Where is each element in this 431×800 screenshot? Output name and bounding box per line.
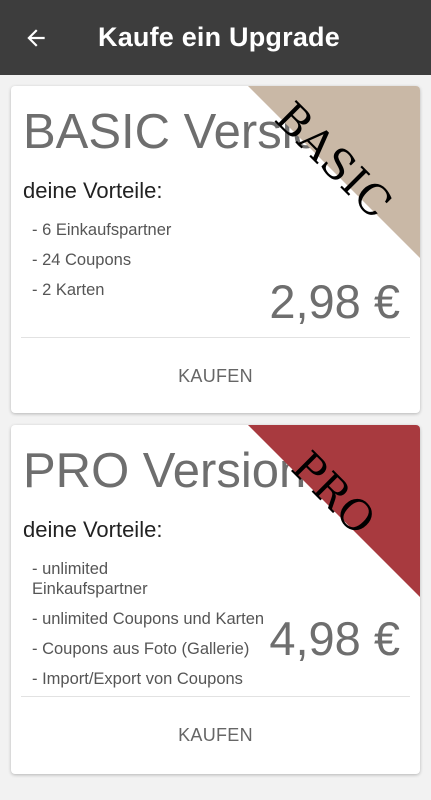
back-button[interactable] (14, 18, 58, 58)
divider (21, 337, 410, 338)
basic-plan-card: BASIC Version BASIC deine Vorteile: - 6 … (11, 86, 420, 413)
pro-plan-card: PRO Version PRO deine Vorteile: - unlimi… (11, 425, 420, 774)
list-item: - 6 Einkaufspartner (32, 221, 172, 239)
plan-price: 2,98 € (269, 275, 400, 328)
buy-basic-button[interactable]: KAUFEN (21, 348, 410, 404)
arrow-left-icon (27, 29, 45, 47)
basic-ribbon: BASIC (248, 86, 420, 258)
list-item: - Import/Export von Coupons (32, 670, 243, 688)
app-bar: Kaufe ein Upgrade (0, 0, 431, 75)
buy-pro-button[interactable]: KAUFEN (21, 707, 410, 763)
divider (21, 696, 410, 697)
benefits-heading: deine Vorteile: (23, 517, 163, 542)
plan-price: 4,98 € (269, 612, 400, 665)
list-item: - 2 Karten (32, 281, 105, 299)
page-title: Kaufe ein Upgrade (98, 22, 340, 52)
benefits-heading: deine Vorteile: (23, 178, 163, 203)
feature-list: - 6 Einkaufspartner - 24 Coupons - 2 Kar… (32, 220, 171, 310)
list-item: - unlimited Einkaufspartner (32, 560, 148, 598)
list-item: - 24 Coupons (32, 251, 132, 269)
